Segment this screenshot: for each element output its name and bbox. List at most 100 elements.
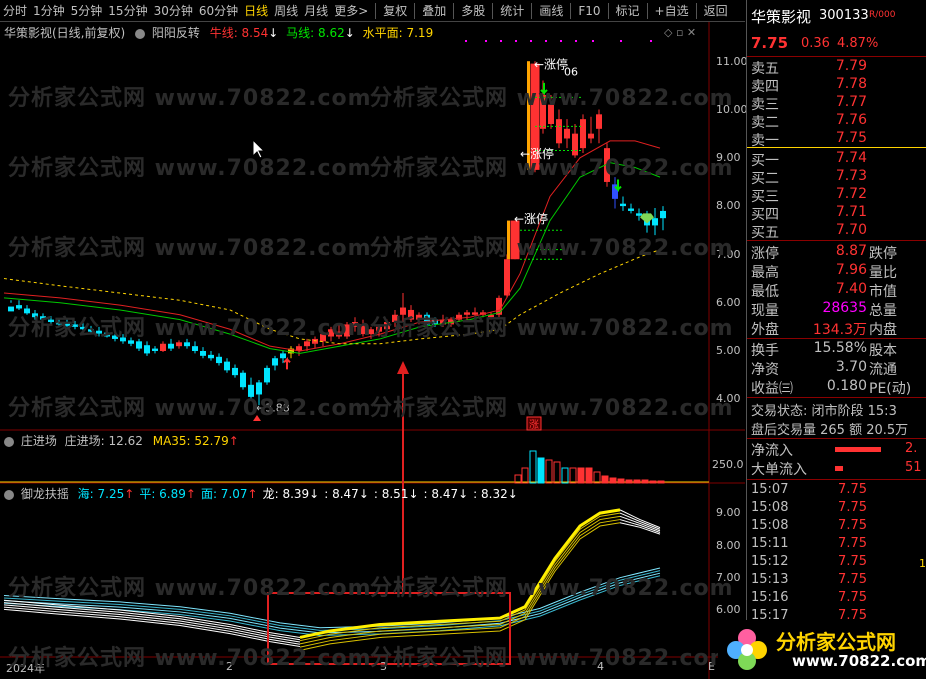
limit-up-label: ←涨停 <box>534 56 568 71</box>
toolbar-separator <box>570 2 572 19</box>
white-ribbon-tail <box>619 515 661 532</box>
stat-value: 0.180 <box>826 378 867 394</box>
bottom-label: : 8.51 <box>373 487 409 501</box>
period-tab[interactable]: 1分钟 <box>30 2 68 19</box>
book-row: 买三 7.72 <box>747 186 926 205</box>
period-tab[interactable]: 周线 <box>271 2 301 19</box>
stat-row: 现量 28635 总量 <box>747 300 926 319</box>
period-tab[interactable]: 30分钟 <box>151 2 196 19</box>
candle-body <box>152 348 158 351</box>
book-row: 卖四 7.78 <box>747 76 926 95</box>
row-label: 买一 <box>751 153 779 169</box>
price-label: 06 <box>564 66 578 79</box>
tick-time: 15:12 <box>751 554 789 569</box>
stat-row: 净资 3.70 流通 <box>747 359 926 378</box>
vol-indicator-name[interactable]: 庄进场 <box>21 434 57 448</box>
book-row: 买一 7.74 <box>747 150 926 169</box>
row-value: 7.70 <box>835 222 867 238</box>
bottom-indicator-name[interactable]: 御龙扶摇 <box>21 487 69 501</box>
volume-bar <box>585 467 593 484</box>
candle-body <box>176 342 182 347</box>
indicator-name[interactable]: 阳阳反转 <box>152 26 200 40</box>
stat-label-2: 跌停 <box>869 246 897 262</box>
volume-bar <box>529 450 537 484</box>
arrow-icon: ↓ <box>309 487 320 501</box>
tick-row: 15:07 7.75 <box>747 482 926 500</box>
period-tab[interactable]: 60分钟 <box>196 2 241 19</box>
stat-value: 7.40 <box>835 281 867 297</box>
tick-time: 15:11 <box>751 536 789 551</box>
tick-row: 15:16 7.75 <box>747 590 926 608</box>
toolbar-button[interactable]: 画线 <box>536 2 566 19</box>
tick-row: 15:13 7.75 <box>747 572 926 590</box>
row-label: 买三 <box>751 189 779 205</box>
bottom-label: : 8.47 <box>423 487 459 501</box>
tick-time: 15:16 <box>751 590 789 605</box>
toolbar-button[interactable]: +自选 <box>652 2 692 19</box>
period-tab[interactable]: 分时 <box>0 2 30 19</box>
candle-body <box>652 218 658 226</box>
signal-dot <box>530 40 532 42</box>
candle-body <box>136 341 142 349</box>
period-tab[interactable]: 更多> <box>331 2 371 19</box>
volume-bar <box>569 467 577 484</box>
indicator-dropdown-icon[interactable] <box>135 28 146 39</box>
book-row: 买二 7.73 <box>747 168 926 187</box>
candle-body <box>168 343 174 349</box>
candle-body <box>580 119 586 149</box>
panel-controls[interactable]: ◇ ▫ ✕ <box>664 26 696 39</box>
watermark: 分析家公式网 www.70822.com <box>370 396 734 421</box>
big-flow-label: 大单流入 <box>751 462 807 478</box>
candle-body <box>588 133 594 139</box>
tick-row: 15:08 7.75 <box>747 500 926 518</box>
tick-row: 15:11 7.75 <box>747 536 926 554</box>
toolbar-button[interactable]: 返回 <box>701 2 731 19</box>
signal-dot <box>485 40 487 42</box>
row-label: 卖四 <box>751 79 779 95</box>
watermark: 分析家公式网 www.70822.com <box>8 316 372 341</box>
period-tab[interactable]: 5分钟 <box>68 2 106 19</box>
stat-row: 换手 15.58% 股本 <box>747 340 926 359</box>
toolbar-separator <box>375 2 377 19</box>
vol-label2: MA35: 52.79 <box>152 434 229 448</box>
stat-label-2: PE(动) <box>869 381 912 397</box>
candle-body <box>504 259 510 296</box>
candle-body <box>240 372 246 388</box>
toolbar-button[interactable]: 标记 <box>613 2 643 19</box>
level-label: 水平面: 7.19 <box>362 26 434 40</box>
tick-time: 15:08 <box>751 518 789 533</box>
toolbar-button[interactable]: 多股 <box>458 2 488 19</box>
toolbar-button[interactable]: F10 <box>575 4 603 18</box>
indicator-dropdown-icon[interactable] <box>4 489 14 500</box>
toolbar-button[interactable]: 统计 <box>497 2 527 19</box>
tick-marker: 1 <box>919 557 926 570</box>
bottom-header: 御龙扶摇 海: 7.25↑ 平: 6.89↑ 面: 7.07↑ 龙: 8.39↓: 8… <box>4 485 518 502</box>
signal-dot <box>620 40 622 42</box>
toolbar-button[interactable]: 复权 <box>380 2 410 19</box>
signal-dot <box>575 40 577 42</box>
limit-up-label: ←涨停 <box>514 211 548 226</box>
period-tab[interactable]: 日线 <box>241 2 271 19</box>
candle-body <box>564 128 570 139</box>
volume-bar <box>561 467 569 484</box>
row-label: 卖二 <box>751 115 779 131</box>
net-flow-value: 2. <box>905 441 918 456</box>
row-value: 7.74 <box>835 150 867 166</box>
stock-tag: R/000 <box>869 10 896 20</box>
candle-body <box>620 203 626 207</box>
volume-bar <box>593 471 601 484</box>
price-axis-label: 6.00 <box>716 296 741 309</box>
trade-state: 交易状态: 闭市阶段 15:3 <box>751 404 897 419</box>
logo-block: 分析家公式网 www.70822.com <box>718 620 926 679</box>
period-tab[interactable]: 月线 <box>301 2 331 19</box>
period-tab[interactable]: 15分钟 <box>105 2 150 19</box>
arrow-icon: ↓ <box>507 487 518 501</box>
candle-body <box>200 351 206 356</box>
indicator-dropdown-icon[interactable] <box>4 436 14 447</box>
bottom-label: 平: 6.89 <box>139 487 186 501</box>
quote-panel: 华策影视 300133 R/000 7.75 0.36 4.87% 卖五 7.79… <box>746 0 926 679</box>
ma-label: 马线: 8.62 <box>286 26 345 40</box>
volume-bar <box>625 479 633 484</box>
toolbar-button[interactable]: 叠加 <box>419 2 449 19</box>
candle-body <box>16 305 22 309</box>
